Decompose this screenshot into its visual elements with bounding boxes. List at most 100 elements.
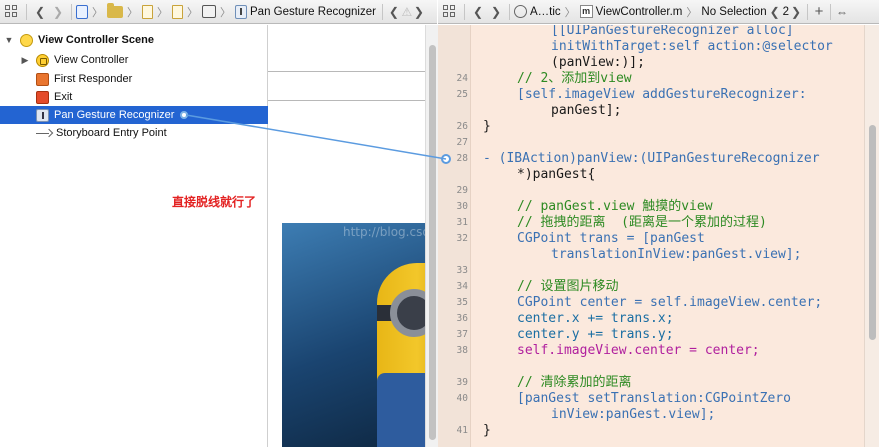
first-responder-icon xyxy=(36,72,49,86)
crumb-project[interactable] xyxy=(76,4,88,19)
forward-button[interactable]: ❯ xyxy=(487,5,505,19)
crumb-file[interactable]: m ViewController.m xyxy=(579,5,683,18)
crumb-file-label: ViewController.m xyxy=(595,5,683,18)
editor-scrollbar[interactable] xyxy=(864,25,879,447)
code-token: center.x += trans.x; xyxy=(517,311,674,326)
code-line: } xyxy=(483,119,491,134)
view-controller-icon xyxy=(36,53,49,67)
document-outline: ▼ View Controller Scene ▶ View Controlle… xyxy=(0,25,268,447)
crumb-label: Pan Gesture Recognizer xyxy=(250,5,376,18)
back-button[interactable]: ❮ xyxy=(31,5,49,19)
crumb-selection[interactable]: No Selection xyxy=(701,6,766,18)
line-number-gutter: 24 25 26 27 28 29 30 31 32 33 34 35 36 3… xyxy=(438,25,471,447)
previous-counterpart-button[interactable]: ❮ xyxy=(767,5,783,19)
separator xyxy=(71,3,72,20)
line-number: 38 xyxy=(456,345,468,356)
code-token: self.imageView.center = center; xyxy=(517,343,760,358)
connection-drag-handle[interactable] xyxy=(180,111,188,119)
line-number: 34 xyxy=(456,281,468,292)
code-line: (panView:)]; xyxy=(551,55,645,71)
annotation-text: 直接脱线就行了 xyxy=(172,195,257,209)
separator xyxy=(807,3,809,20)
code-line: [panGest setTranslation:CGPointZero xyxy=(517,391,791,407)
line-number: 41 xyxy=(456,425,468,436)
scrollbar-thumb[interactable] xyxy=(869,125,876,340)
outline-row-exit[interactable]: Exit xyxy=(0,88,268,106)
scrollbar-thumb[interactable] xyxy=(429,45,436,440)
code-comment: // 清除累加的距离 xyxy=(517,375,632,390)
code-line: translationInView:panGest.view]; xyxy=(551,247,801,263)
previous-issue-button[interactable]: ❮ xyxy=(387,5,401,19)
crumb-group-2[interactable] xyxy=(172,4,183,19)
related-items-button[interactable] xyxy=(0,5,22,18)
line-number: 35 xyxy=(456,297,468,308)
project-file-icon xyxy=(76,4,88,19)
outline-row-pan-gesture-recognizer[interactable]: Pan Gesture Recognizer xyxy=(0,106,268,124)
code-comment: // panGest.view 触摸的view xyxy=(517,199,713,214)
storyboard-canvas[interactable]: http://blog.csdn.n xyxy=(268,25,449,447)
exit-icon xyxy=(36,90,49,104)
related-items-button[interactable] xyxy=(438,5,460,18)
code-comment: // 设置图片移动 xyxy=(517,279,619,294)
code-token: CGPoint trans = [panGest xyxy=(517,231,705,246)
image-view[interactable] xyxy=(282,223,425,447)
code-line: [self.imageView addGestureRecognizer: xyxy=(517,87,807,103)
outline-row-entry-point[interactable]: Storyboard Entry Point xyxy=(0,124,268,142)
add-editor-button[interactable]: + xyxy=(812,3,826,20)
code-line: initWithTarget:self action:@selector xyxy=(551,39,833,55)
back-button[interactable]: ❮ xyxy=(469,5,487,19)
crumb-storyboard[interactable] xyxy=(202,5,216,18)
code-token: inView:panGest.view]; xyxy=(551,407,716,422)
line-number: 37 xyxy=(456,329,468,340)
code-line: panGest]; xyxy=(551,103,622,118)
forward-button[interactable]: ❯ xyxy=(49,5,67,19)
crumb-assistant-label: A…tic xyxy=(530,5,561,18)
separator xyxy=(26,3,27,20)
code-token: [self.imageView addGestureRecognizer: xyxy=(517,87,807,102)
code-token: [[UIPanGestureRecognizer alloc] xyxy=(551,25,794,38)
chevron-right-icon: 〉 xyxy=(220,6,231,19)
outline-row-label: Storyboard Entry Point xyxy=(56,127,167,139)
chevron-right-icon: 〉 xyxy=(92,6,103,19)
separator xyxy=(830,3,832,20)
outline-row-label: Exit xyxy=(54,91,73,103)
code-token: [panGest setTranslation:CGPointZero xyxy=(517,391,791,406)
document-icon xyxy=(142,4,153,19)
outline-row-first-responder[interactable]: First Responder xyxy=(0,70,268,88)
chevron-right-icon: 〉 xyxy=(686,6,698,19)
outline-row-label: First Responder xyxy=(54,73,133,85)
code-token: initWithTarget:self action:@selector xyxy=(551,39,833,54)
crumb-pan-gesture[interactable]: Pan Gesture Recognizer xyxy=(235,4,376,19)
assistant-icon xyxy=(514,5,527,18)
line-number: 32 xyxy=(456,233,468,244)
grid-icon xyxy=(442,5,456,18)
next-issue-button[interactable]: ❯ xyxy=(413,5,425,19)
outline-row-label: View Controller Scene xyxy=(38,34,154,46)
navigation-bar-edge xyxy=(268,71,425,72)
separator xyxy=(381,3,383,20)
disclosure-open-icon[interactable]: ▼ xyxy=(4,35,14,45)
chevron-right-icon: 〉 xyxy=(564,6,576,19)
separator xyxy=(464,3,465,20)
crumb-group[interactable] xyxy=(142,4,153,19)
crumb-folder[interactable] xyxy=(107,2,123,18)
view-edge xyxy=(268,100,425,101)
disclosure-closed-icon[interactable]: ▶ xyxy=(20,55,30,66)
chevron-right-icon: 〉 xyxy=(127,6,138,19)
connection-circle-icon[interactable] xyxy=(441,154,451,164)
code-line: center.y += trans.y; xyxy=(517,327,674,343)
line-number: 25 xyxy=(456,89,468,100)
code-line: CGPoint center = self.imageView.center; xyxy=(517,295,822,311)
code-comment: // 2、添加到view xyxy=(517,71,632,86)
outline-row-view-controller[interactable]: ▶ View Controller xyxy=(0,51,268,69)
code-line: } xyxy=(483,423,491,438)
overalls xyxy=(377,373,425,447)
canvas-scrollbar[interactable] xyxy=(425,25,438,447)
split-editor-button[interactable]: ⇔ xyxy=(835,5,849,19)
crumb-assistant[interactable]: A…tic xyxy=(514,5,561,18)
next-counterpart-button[interactable]: ❯ xyxy=(789,5,803,19)
code-editor[interactable]: 24 25 26 27 28 29 30 31 32 33 34 35 36 3… xyxy=(438,25,864,447)
outline-row-scene[interactable]: ▼ View Controller Scene xyxy=(0,31,268,49)
chevron-right-icon: 〉 xyxy=(157,6,168,19)
warning-icon[interactable]: ⚠ xyxy=(401,5,413,19)
